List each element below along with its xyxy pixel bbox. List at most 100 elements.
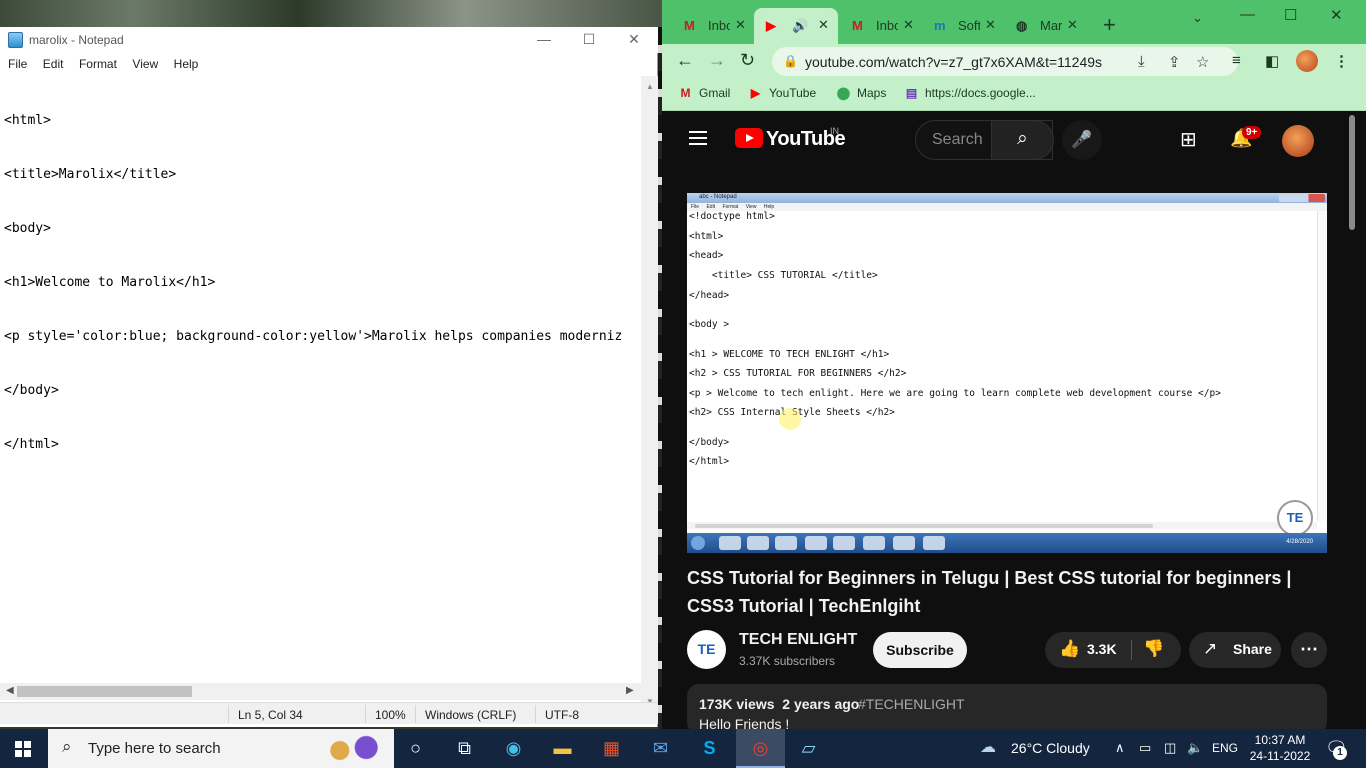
store-icon[interactable]: ▦ [587,729,636,768]
maximize-button[interactable]: ☐ [566,27,612,53]
channel-name[interactable]: TECH ENLIGHT [739,631,857,649]
network-icon[interactable]: ▭ [1139,740,1151,756]
tab-mar[interactable]: ◍ Mar ✕ [1004,8,1084,44]
notepad-text-area[interactable]: <html> <title>Marolix</title> <body> <h1… [4,76,644,706]
channel-avatar[interactable]: TE [687,630,726,669]
status-divider [415,705,416,723]
maximize-button[interactable]: ☐ [1284,6,1297,24]
show-hidden-icons-chevron-icon[interactable]: ∧ [1115,740,1125,756]
scroll-right-icon[interactable]: ▶ [626,685,634,696]
mail-icon[interactable]: ✉ [636,729,685,768]
horizontal-scroll-thumb[interactable] [17,686,192,697]
menu-edit[interactable]: Edit [43,54,64,71]
cortana-icon[interactable]: ○ [391,729,440,768]
horizontal-scrollbar[interactable]: ◀ ▶ [0,683,641,700]
account-avatar[interactable] [1282,125,1314,157]
bookmark-maps[interactable]: ⬤ Maps [836,86,887,100]
close-tab-icon[interactable]: ✕ [903,17,914,33]
video-start-icon [691,536,705,550]
weather-text[interactable]: 26°C Cloudy [1011,740,1090,756]
scroll-up-icon[interactable]: ▲ [646,82,654,91]
chrome-window: M Inbo ✕ ▶ 🔊 ✕ M Inbo ✕ m Soft ✕ ◍ Mar ✕… [662,0,1366,729]
notepad-titlebar[interactable]: marolix - Notepad — ☐ ✕ [0,27,658,53]
taskbar-search-box[interactable]: ⌕ Type here to search [48,729,394,768]
minimize-button[interactable]: — [521,27,567,53]
video-code-line: </head> [689,290,730,301]
voice-search-mic-icon[interactable]: 🎤 [1062,120,1102,160]
bookmark-gmail[interactable]: M Gmail [678,86,731,100]
close-tab-icon[interactable]: ✕ [985,17,996,33]
task-view-icon[interactable]: ⧉ [440,729,489,768]
edge-icon[interactable]: ◉ [489,729,538,768]
share-icon[interactable]: ⇪ [1168,53,1181,71]
forward-arrow-icon[interactable]: → [708,51,726,69]
close-button[interactable]: ✕ [611,27,657,53]
back-arrow-icon[interactable]: ← [676,51,694,69]
video-taskbar-app-icon [775,536,797,550]
install-app-icon[interactable]: ⤓ [1138,53,1145,70]
taskbar-clock[interactable]: 10:37 AM 24-11-2022 [1249,732,1311,764]
tab-gmail-1[interactable]: M Inbo ✕ [672,8,752,44]
share-button[interactable]: ↗ Share [1189,632,1281,668]
scroll-left-icon[interactable]: ◀ [6,685,14,696]
windows-start-icon[interactable] [15,741,31,757]
hamburger-menu-icon[interactable] [689,131,707,145]
bookmark-youtube[interactable]: ▶ YouTube [748,86,816,100]
close-tab-icon[interactable]: ✕ [818,17,829,33]
url-text[interactable]: youtube.com/watch?v=z7_gt7x6XAM&t=11249s [805,54,1102,70]
kebab-menu-icon[interactable]: ⋮ [1334,52,1349,70]
new-tab-plus-icon[interactable]: + [1103,14,1116,36]
minimize-button[interactable]: — [1240,6,1255,23]
more-actions-icon[interactable]: ⋯ [1291,632,1327,668]
menu-file[interactable]: File [8,54,27,71]
tab-search-chevron-icon[interactable]: ⌄ [1192,10,1203,26]
video-notepad-menubar: File Edit Format View Help [687,203,1327,211]
reload-icon[interactable]: ↻ [740,51,755,69]
tab-gmail-2[interactable]: M Inbo ✕ [840,8,920,44]
search-button[interactable]: ⌕ [991,120,1054,160]
close-button[interactable]: ✕ [1330,6,1343,24]
youtube-logo-icon[interactable] [735,128,763,148]
video-notepad-scrollbar [1317,211,1326,521]
clock-time: 10:37 AM [1254,733,1306,747]
subscribe-button[interactable]: Subscribe [873,632,967,668]
bookmark-docs[interactable]: ▤ https://docs.google... [904,86,1036,100]
close-tab-icon[interactable]: ✕ [1067,17,1078,33]
text-line: <html> [4,113,51,128]
file-explorer-icon[interactable]: ▬ [538,729,587,768]
tab-soft[interactable]: m Soft ✕ [922,8,1002,44]
volume-icon[interactable]: 🔈 [1187,740,1203,756]
menu-format[interactable]: Format [79,54,117,71]
description-box[interactable]: 173K views 2 years ago #TECHENLIGHT Hell… [687,684,1327,729]
weather-cloud-icon[interactable]: ☁ [980,737,996,757]
video-window-controls [1279,194,1325,202]
video-player[interactable]: abc - Notepad File Edit Format View Help… [687,193,1327,553]
create-video-icon[interactable]: ⊞ [1180,127,1197,152]
tab-label: Inbo [708,18,730,33]
video-code-line: <h1 > WELCOME TO TECH ENLIGHT </h1> [689,349,890,360]
address-bar[interactable]: 🔒 youtube.com/watch?v=z7_gt7x6XAM&t=1124… [772,47,1238,76]
thumbs-up-icon[interactable]: 👍 [1059,639,1080,659]
video-taskbar-app-icon [893,536,915,550]
page-scrollbar-thumb[interactable] [1349,115,1355,230]
side-panel-icon[interactable]: ◧ [1265,52,1279,70]
close-tab-icon[interactable]: ✕ [735,17,746,33]
skype-icon[interactable]: S [685,729,734,768]
media-controls-icon[interactable]: ≡ [1232,52,1241,69]
thumbs-down-icon[interactable]: 👎 [1143,639,1164,659]
profile-avatar[interactable] [1296,50,1318,72]
meet-now-icon[interactable]: ◫ [1164,740,1176,756]
vertical-scrollbar[interactable]: ▲ ▼ [641,76,658,710]
like-count[interactable]: 3.3K [1087,641,1117,657]
menu-view[interactable]: View [132,54,158,71]
hashtag-link[interactable]: #TECHENLIGHT [858,696,965,712]
speaker-icon[interactable]: 🔊 [792,18,808,34]
lock-icon[interactable]: 🔒 [783,54,798,68]
menu-help[interactable]: Help [174,54,199,71]
chrome-icon[interactable]: ◎ [736,729,785,768]
language-indicator[interactable]: ENG [1212,741,1238,755]
share-arrow-icon: ↗ [1203,639,1218,658]
notepad-icon[interactable]: ▱ [784,729,833,768]
tab-youtube[interactable]: ▶ 🔊 ✕ [754,8,838,44]
bookmark-star-icon[interactable]: ☆ [1196,53,1209,71]
